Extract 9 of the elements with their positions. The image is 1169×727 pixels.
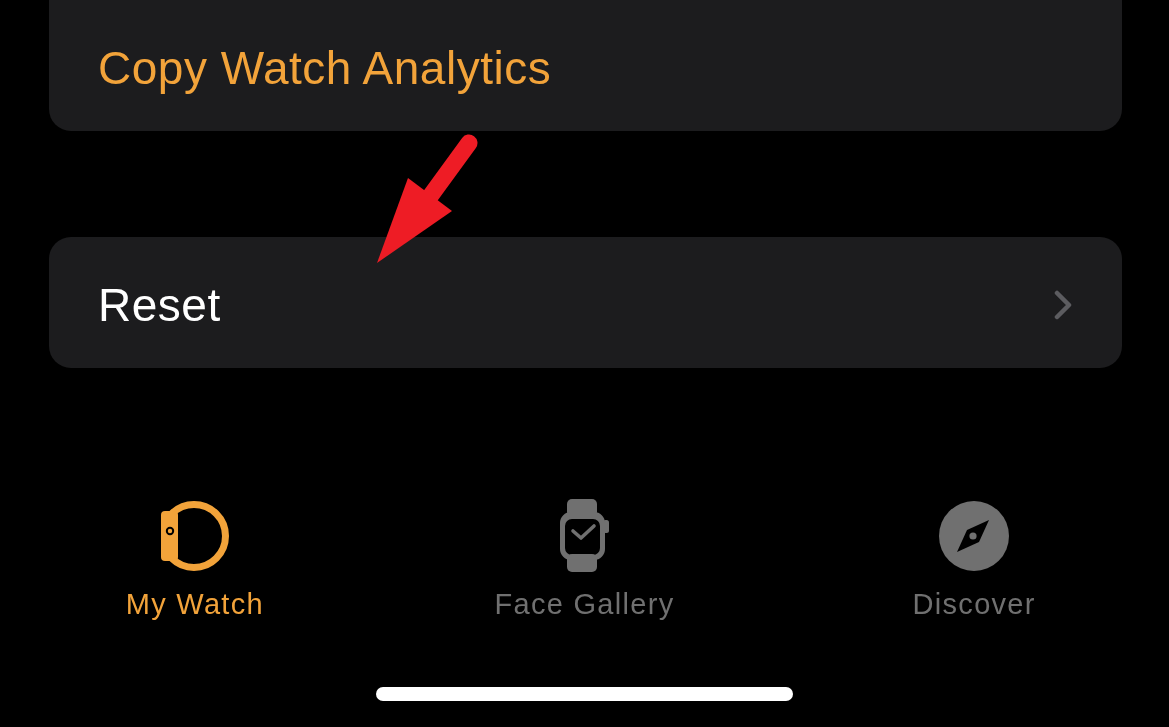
smartwatch-icon [559, 499, 610, 572]
tab-button[interactable]: My Watch [125, 499, 264, 621]
settings-row[interactable]: Copy Watch Analytics [49, 0, 1122, 131]
compass-icon [939, 500, 1010, 571]
tab-button[interactable]: Face Gallery [494, 499, 675, 621]
watch-ring-icon [160, 500, 229, 571]
tab-button[interactable]: Discover [912, 499, 1036, 621]
settings-row[interactable]: Reset [49, 237, 1122, 368]
chevron-right-icon [1054, 289, 1072, 320]
